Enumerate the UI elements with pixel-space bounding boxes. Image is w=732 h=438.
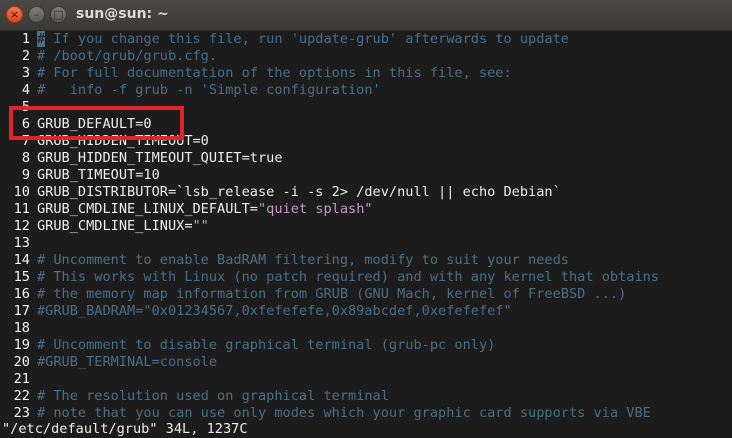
line-number: 13 xyxy=(13,235,30,251)
editor-line[interactable]: 16 # the memory map information from GRUB… xyxy=(0,286,732,303)
code-segment: # The resolution used on graphical termi… xyxy=(37,388,389,404)
code-segment: # the memory map information from GRUB (… xyxy=(37,286,627,302)
line-text: # Uncomment to enable BadRAM filtering, … xyxy=(37,252,569,269)
code-segment: #GRUB_TERMINAL=console xyxy=(37,354,218,370)
code-segment: # This works with Linux (no patch requir… xyxy=(37,269,659,285)
maximize-button[interactable]: □ xyxy=(50,6,67,23)
line-number: 21 xyxy=(13,371,30,387)
minimize-button[interactable]: – xyxy=(28,6,45,23)
editor-line[interactable]: 21 xyxy=(0,371,732,388)
code-segment: # info -f grub -n 'Simple configuration' xyxy=(37,82,381,98)
window-controls: × – □ xyxy=(6,6,67,23)
code-segment: # For full documentation of the options … xyxy=(37,65,512,81)
code-segment: GRUB_DISTRIBUTOR=`lsb_release -i -s 2> /… xyxy=(37,184,561,200)
code-segment: # note that you can use only modes which… xyxy=(37,405,651,421)
editor-line[interactable]: 8 GRUB_HIDDEN_TIMEOUT_QUIET=true xyxy=(0,150,732,167)
line-number: 1 xyxy=(21,31,30,47)
line-number: 9 xyxy=(21,167,30,183)
code-segment: # Uncomment to enable BadRAM filtering, … xyxy=(37,252,569,268)
line-text: # This works with Linux (no patch requir… xyxy=(37,269,659,286)
editor-line[interactable]: 14 # Uncomment to enable BadRAM filtering… xyxy=(0,252,732,269)
editor-line[interactable]: 12 GRUB_CMDLINE_LINUX="" xyxy=(0,218,732,235)
line-number: 18 xyxy=(13,320,30,336)
code-segment: GRUB_CMDLINE_LINUX= xyxy=(37,218,193,234)
line-text: GRUB_DISTRIBUTOR=`lsb_release -i -s 2> /… xyxy=(37,184,561,201)
line-number: 8 xyxy=(21,150,30,166)
line-text: GRUB_CMDLINE_LINUX="" xyxy=(37,218,209,235)
minimize-icon: – xyxy=(33,8,40,21)
editor-line[interactable]: 18 xyxy=(0,320,732,337)
editor-line[interactable]: 11 GRUB_CMDLINE_LINUX_DEFAULT="quiet spla… xyxy=(0,201,732,218)
line-text: # note that you can use only modes which… xyxy=(37,405,651,422)
editor-line[interactable]: 1 # If you change this file, run 'update-… xyxy=(0,31,732,48)
editor-line[interactable]: 3 # For full documentation of the options… xyxy=(0,65,732,82)
text-cursor: # xyxy=(37,31,46,47)
editor-line[interactable]: 15 # This works with Linux (no patch requ… xyxy=(0,269,732,286)
code-segment: GRUB_HIDDEN_TIMEOUT_QUIET=true xyxy=(37,150,283,166)
line-number: 15 xyxy=(13,269,30,285)
editor-line[interactable]: 10 GRUB_DISTRIBUTOR=`lsb_release -i -s 2>… xyxy=(0,184,732,201)
code-segment: "quiet splash" xyxy=(257,201,373,217)
line-number: 3 xyxy=(21,65,30,81)
maximize-icon: □ xyxy=(53,8,64,21)
line-number: 14 xyxy=(13,252,30,268)
editor-line[interactable]: 20 #GRUB_TERMINAL=console xyxy=(0,354,732,371)
line-text: GRUB_TIMEOUT=10 xyxy=(37,167,160,184)
line-number: 17 xyxy=(13,303,30,319)
line-number: 2 xyxy=(21,48,30,64)
status-line: "/etc/default/grub" 34L, 1237C xyxy=(0,421,732,438)
line-text: # For full documentation of the options … xyxy=(37,65,512,82)
editor-line[interactable]: 23 # note that you can use only modes whi… xyxy=(0,405,732,422)
code-segment: "" xyxy=(192,218,209,234)
line-number: 22 xyxy=(13,388,30,404)
line-text: # info -f grub -n 'Simple configuration' xyxy=(37,82,381,99)
editor-line[interactable]: 4 # info -f grub -n 'Simple configuration… xyxy=(0,82,732,99)
line-number: 19 xyxy=(13,337,30,353)
code-segment: GRUB_CMDLINE_LINUX_DEFAULT= xyxy=(37,201,258,217)
editor-line[interactable]: 17 #GRUB_BADRAM="0x01234567,0xfefefefe,0x… xyxy=(0,303,732,320)
code-segment: # Uncomment to disable graphical termina… xyxy=(37,337,496,353)
code-segment: GRUB_TIMEOUT=10 xyxy=(37,167,160,183)
line-text: # /boot/grub/grub.cfg. xyxy=(37,48,217,65)
line-text: # Uncomment to disable graphical termina… xyxy=(37,337,495,354)
highlight-annotation xyxy=(9,106,184,140)
line-text: #GRUB_BADRAM="0x01234567,0xfefefefe,0x89… xyxy=(37,303,512,320)
line-number: 10 xyxy=(13,184,30,200)
line-text: GRUB_HIDDEN_TIMEOUT_QUIET=true xyxy=(37,150,283,167)
line-number: 16 xyxy=(13,286,30,302)
editor-line[interactable]: 2 # /boot/grub/grub.cfg. xyxy=(0,48,732,65)
line-text: # If you change this file, run 'update-g… xyxy=(37,31,569,48)
line-number: 23 xyxy=(13,405,30,421)
close-icon: × xyxy=(9,8,20,21)
code-segment: # /boot/grub/grub.cfg. xyxy=(37,48,218,64)
terminal-window: × – □ sun@sun: ~ 1 # If you change this f… xyxy=(0,0,732,438)
code-segment: If you change this file, run 'update-gru… xyxy=(45,31,569,47)
line-number: 4 xyxy=(21,82,30,98)
line-text: # The resolution used on graphical termi… xyxy=(37,388,389,405)
line-text: # the memory map information from GRUB (… xyxy=(37,286,626,303)
close-button[interactable]: × xyxy=(6,6,23,23)
line-number: 20 xyxy=(13,354,30,370)
editor-line[interactable]: 22 # The resolution used on graphical ter… xyxy=(0,388,732,405)
title-bar[interactable]: × – □ sun@sun: ~ xyxy=(0,0,732,31)
line-number: 11 xyxy=(13,201,30,217)
editor-line[interactable]: 19 # Uncomment to disable graphical termi… xyxy=(0,337,732,354)
line-text: GRUB_CMDLINE_LINUX_DEFAULT="quiet splash… xyxy=(37,201,373,218)
vim-editor[interactable]: 1 # If you change this file, run 'update-… xyxy=(0,31,732,421)
line-text: #GRUB_TERMINAL=console xyxy=(37,354,217,371)
window-title: sun@sun: ~ xyxy=(76,6,169,22)
code-segment: #GRUB_BADRAM="0x01234567,0xfefefefe,0x89… xyxy=(37,303,512,319)
editor-line[interactable]: 13 xyxy=(0,235,732,252)
editor-line[interactable]: 9 GRUB_TIMEOUT=10 xyxy=(0,167,732,184)
line-number: 12 xyxy=(13,218,30,234)
